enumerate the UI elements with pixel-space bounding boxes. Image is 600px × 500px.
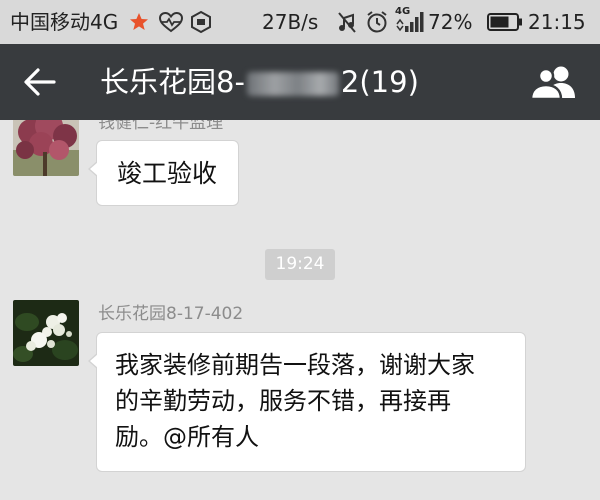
battery-icon [486,9,524,35]
network-type-label: 4G [395,6,411,17]
message-text-line: 的辛勤劳动，服务不错，再接再 [115,387,451,415]
alarm-icon [364,9,390,35]
status-bar: 中国移动4G 27B/s 4G 72% 21:15 [0,0,600,44]
mute-icon [335,9,359,35]
message-bubble[interactable]: 竣工验收 [88,140,239,206]
hexagon-icon [188,9,214,35]
group-members-button[interactable] [528,64,580,101]
message-bubble[interactable]: 我家装修前期告一段落，谢谢大家 的辛勤劳动，服务不错，再接再 励。@所有人 [88,332,526,472]
sender-name: 长乐花园8-17-402 [98,304,244,324]
heart-rate-icon [157,9,185,35]
clock: 21:15 [528,10,586,34]
message-timestamp: 19:24 [265,249,335,280]
back-arrow-icon [24,68,56,96]
message-text-line: 我家装修前期告一段落，谢谢大家 [115,351,475,379]
message-text-line: 励。@所有人 [115,423,259,451]
back-button[interactable] [18,62,62,102]
sender-name: 钱健仁-红牛监理 [98,120,224,133]
redacted-phone-number [246,72,339,96]
group-members-icon [529,66,575,101]
chat-title-start: 长乐花园8- [100,65,245,99]
chat-message-list[interactable]: 钱健仁-红牛监理 竣工验收 19:24 长乐花园8-17-402 我家装修前期告… [0,120,600,500]
chat-title: 长乐花园8- 2(19) [100,64,419,100]
flower-tree-avatar [13,120,79,176]
carrier-label: 中国移动4G [10,10,119,34]
battery-percent: 72% [428,10,473,34]
chat-title-end: 2(19) [340,65,419,99]
signal-icon: 4G [395,6,425,35]
chat-title-bar: 长乐花园8- 2(19) [0,44,600,120]
sender-avatar[interactable] [13,300,79,366]
sender-avatar[interactable] [13,120,79,176]
message-text: 竣工验收 [117,159,218,188]
white-flower-avatar [13,300,79,366]
star-icon [128,9,150,35]
network-speed: 27B/s [262,10,319,34]
